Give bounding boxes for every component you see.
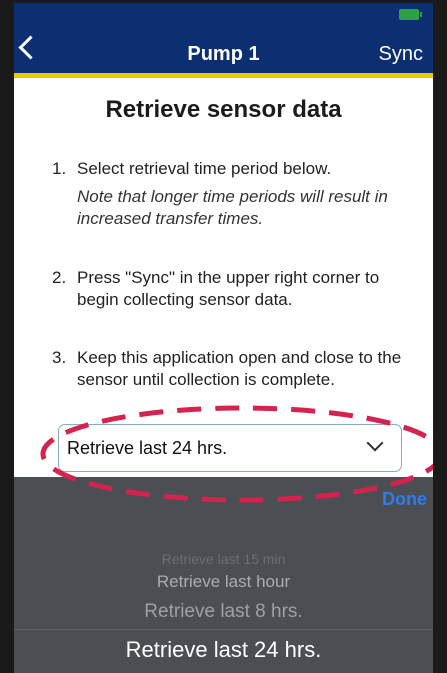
phone-screen: Pump 1 Sync Retrieve sensor data 1. Sele… bbox=[0, 0, 447, 673]
selection-divider bbox=[14, 629, 433, 630]
select-value: Retrieve last 24 hrs. bbox=[67, 438, 228, 458]
step-text: Keep this application open and close to … bbox=[77, 348, 402, 389]
picker-option[interactable]: Retrieve last hour bbox=[14, 572, 433, 592]
step-text: Select retrieval time period below. bbox=[77, 159, 332, 178]
sync-button[interactable]: Sync bbox=[379, 43, 423, 66]
picker-option[interactable]: Retrieve last 8 hrs. bbox=[14, 601, 433, 623]
step-number: 3. bbox=[52, 348, 67, 367]
nav-title: Pump 1 bbox=[187, 43, 260, 65]
step-text: Press "Sync" in the upper right corner t… bbox=[77, 268, 380, 309]
step-3: 3. Keep this application open and close … bbox=[52, 347, 422, 391]
chevron-down-icon bbox=[366, 434, 384, 452]
done-button[interactable]: Done bbox=[382, 489, 427, 510]
step-2: 2. Press "Sync" in the upper right corne… bbox=[52, 267, 422, 311]
nav-bar: Pump 1 Sync bbox=[14, 3, 433, 78]
picker-option-selected[interactable]: Retrieve last 24 hrs. bbox=[14, 637, 433, 663]
retrieval-period-select[interactable]: Retrieve last 24 hrs. bbox=[58, 424, 402, 472]
picker-option[interactable]: Retrieve last 15 min bbox=[14, 551, 433, 567]
time-period-picker[interactable]: Done Retrieve last 15 min Retrieve last … bbox=[14, 477, 433, 673]
step-note: Note that longer time periods will resul… bbox=[77, 187, 388, 228]
step-number: 1. bbox=[52, 159, 67, 178]
battery-icon bbox=[399, 9, 422, 20]
page-title: Retrieve sensor data bbox=[105, 96, 342, 123]
step-1: 1. Select retrieval time period below. N… bbox=[52, 158, 422, 230]
step-number: 2. bbox=[52, 268, 67, 287]
